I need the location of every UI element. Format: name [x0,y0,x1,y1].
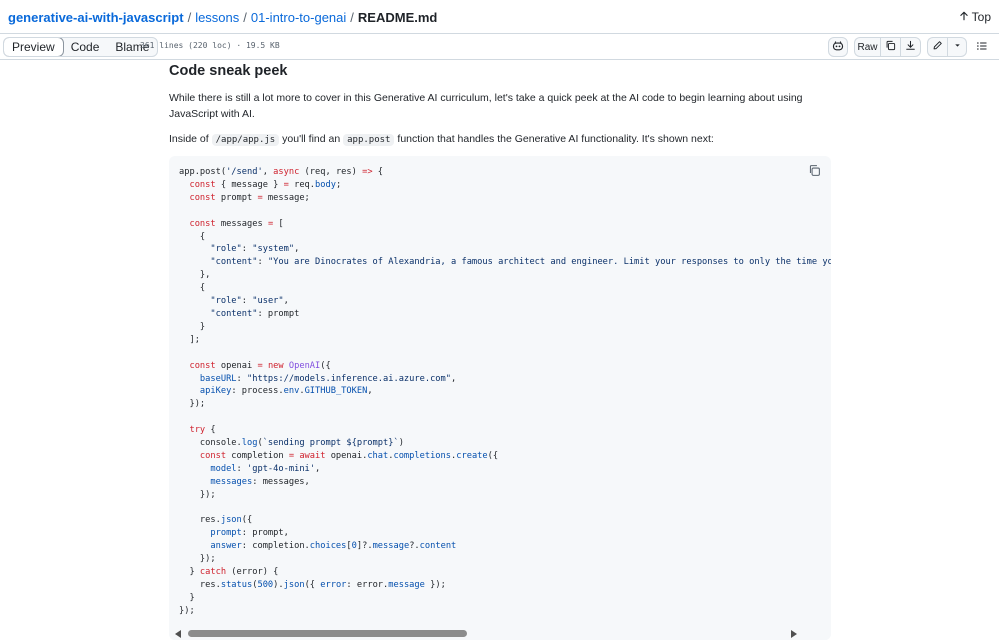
paragraph-intro: While there is still a lot more to cover… [169,92,803,120]
pencil-icon [932,40,943,54]
code-line: }, [179,270,211,281]
file-toolbar: Preview Code Blame 361 lines (220 loc) ·… [0,34,999,60]
raw-button[interactable]: Raw [854,37,880,57]
raw-actions-group: Raw [854,37,921,57]
paragraph-text: you'll find an [279,133,344,145]
breadcrumb-separator: / [243,10,247,25]
code-line: model: 'gpt-4o-mini', [210,463,321,474]
code-line: }); [179,554,216,565]
code-content: app.post('/send', async (req, res) => { … [179,166,831,618]
breadcrumb-lesson-folder-link[interactable]: 01-intro-to-genai [251,10,346,25]
code-line: ]; [179,334,200,345]
code-line: const openai = new OpenAI({ [189,360,331,371]
code-line: }); [179,489,216,500]
horizontal-scrollbar[interactable] [169,628,831,640]
inline-code-app-path: /app/app.js [211,134,280,146]
triangle-down-icon [953,41,962,53]
readme-content: Code sneak peek While there is still a l… [169,60,831,148]
code-line: "content": "You are Dinocrates of Alexan… [210,257,831,268]
code-line: res.json({ [179,515,253,526]
arrow-up-icon [959,10,969,24]
back-to-top-button[interactable]: Top [959,10,991,24]
breadcrumb-current-file: README.md [357,10,438,25]
code-line: "role": "system", [210,244,300,255]
scroll-left-arrow[interactable] [175,630,181,638]
scrollbar-thumb[interactable] [188,630,467,637]
tab-preview[interactable]: Preview [4,38,64,56]
breadcrumb-repo-link[interactable]: generative-ai-with-javascript [8,10,184,25]
edit-dropdown-button[interactable] [947,37,967,57]
code-line: apiKey: process.env.GITHUB_TOKEN, [199,386,373,397]
breadcrumb: generative-ai-with-javascript / lessons/01… [8,10,437,25]
back-to-top-label: Top [971,10,991,24]
edit-actions-group [927,37,967,57]
copy-icon [885,40,896,54]
view-mode-segmented-control: Preview Code Blame [3,37,159,57]
breadcrumb-separator: / [350,10,354,25]
code-line: } catch (error) { [179,567,279,578]
edit-button[interactable] [927,37,947,57]
code-block[interactable]: app.post('/send', async (req, res) => { … [169,156,831,640]
code-line: { [179,231,206,242]
breadcrumb-separator: / [187,10,192,25]
paragraph-text: Inside of [169,133,212,145]
code-line: const messages = [ [189,218,284,229]
code-line: "content": prompt [210,308,300,319]
breadcrumb-lessons-link[interactable]: lessons [195,10,239,25]
code-line: "role": "user", [210,296,289,307]
section-heading: Code sneak peek [169,63,288,79]
paragraph-text: function that handles the Generative AI … [394,133,714,145]
file-actions: Raw [828,37,991,57]
code-line: console.log(`sending prompt ${prompt}`) [179,438,404,449]
copilot-button[interactable] [828,37,848,57]
file-header: generative-ai-with-javascript / lessons/01… [0,0,999,34]
code-line: baseURL: "https://models.inference.ai.az… [199,373,457,384]
code-line: } [179,592,195,603]
download-button[interactable] [900,37,921,57]
code-line: const prompt = message; [189,192,310,203]
code-line: const { message } = req.body; [189,179,342,190]
code-line: app.post('/send', async (req, res) => { [179,167,384,177]
copy-raw-button[interactable] [880,37,900,57]
code-line: try { [189,425,216,436]
code-line: prompt: prompt, [210,528,289,539]
code-line: }); [179,399,206,410]
tab-code[interactable]: Code [63,38,108,56]
download-icon [905,40,916,54]
file-info: 361 lines (220 loc) · 19.5 KB [140,41,280,50]
code-line: { [179,283,206,294]
list-unordered-icon [976,39,988,55]
code-line: const completion = await openai.chat.com… [199,450,499,461]
code-line: answer: completion.choices[0]?.message?.… [210,541,457,552]
code-line: res.status(500).json({ error: error.mess… [179,580,446,590]
code-line: } [179,321,206,332]
inline-code-app-post: app.post [343,134,395,146]
code-line: }); [179,605,195,616]
outline-button[interactable] [973,37,991,57]
paragraph-app-post: Inside of /app/app.js you'll find an app… [169,131,831,148]
code-line: messages: messages, [210,476,310,487]
scroll-right-arrow[interactable] [791,630,797,638]
copilot-icon [832,40,844,55]
